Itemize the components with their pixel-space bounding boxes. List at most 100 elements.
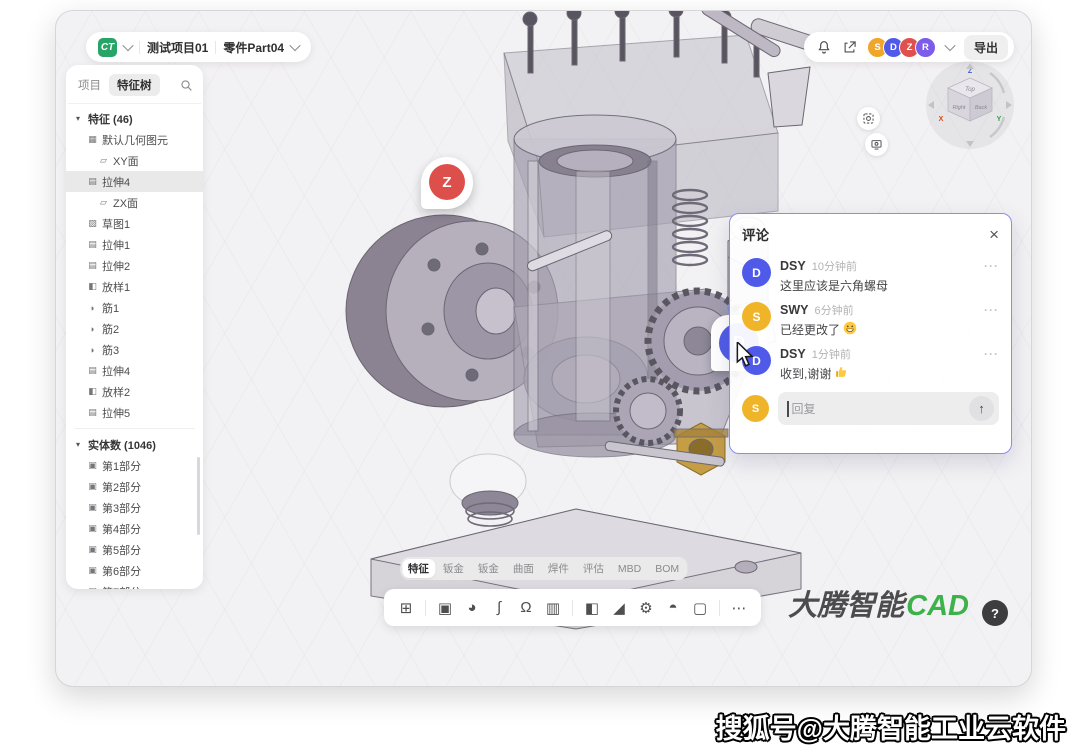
thumbs-up-emoji [834,365,848,382]
tab-surface[interactable]: 曲面 [507,559,540,578]
tree-item-loft-2[interactable]: ◧放样2 [66,381,203,402]
rib-icon[interactable]: ▥ [541,596,565,620]
chevron-down-icon[interactable] [289,40,300,51]
reply-row: S 回复 ↑ [742,392,999,425]
comment-menu-button[interactable]: ··· [984,259,999,273]
tree-item-sketch-1[interactable]: ▨草图1 [66,213,203,234]
chevron-down-icon[interactable] [944,40,955,51]
close-icon[interactable]: × [989,226,999,243]
comment-item: DDSY10分钟前···这里应该是六角螺母 [742,258,999,294]
cube-face-top[interactable]: Top [965,87,975,93]
avatar-s: S [742,395,769,422]
tree-item-label: 筋1 [102,300,119,316]
tree-item-extrude-5[interactable]: ▤拉伸5 [66,402,203,423]
reply-placeholder: 回复 [792,400,816,417]
tree-item-part-2[interactable]: ▣第2部分 [66,476,203,497]
text-cursor [787,401,789,417]
revolve-icon[interactable]: ◕ [460,596,484,620]
tree-item-label: 特征 (46) [88,111,133,127]
app-logo[interactable]: CT [98,38,117,57]
comment-item: DDSY1分钟前···收到,谢谢 [742,346,999,382]
search-icon[interactable] [180,79,193,92]
chamfer-icon[interactable]: ◢ [607,596,631,620]
tree-item-part-7[interactable]: ▣第7部分 [66,581,203,589]
geometry-icon: ▦ [87,134,98,145]
tab-sheet-metal-1[interactable]: 钣金 [437,559,470,578]
tree-item-part-6[interactable]: ▣第6部分 [66,560,203,581]
panel-title: 评论 [742,224,769,244]
tree-item-rib-2[interactable]: ◗筋2 [66,318,203,339]
tree-item-label: 第2部分 [102,479,141,495]
tree-item-label: 拉伸2 [102,258,130,274]
tree-item-rib-1[interactable]: ◗筋1 [66,297,203,318]
tree-item-label: 拉伸5 [102,405,130,421]
tab-bom[interactable]: BOM [649,561,685,577]
loft-icon: ◧ [87,281,98,292]
tree-item-label: 实体数 (1046) [88,437,156,453]
caret-down-icon[interactable]: ▾ [76,114,84,123]
fit-view-button[interactable] [857,107,880,130]
bell-icon[interactable] [816,39,832,55]
shell-icon[interactable]: ▢ [688,596,712,620]
tree-item-extrude-2[interactable]: ▤ 拉伸2 [66,255,203,276]
reply-input[interactable]: 回复 ↑ [778,392,999,425]
tab-weldment[interactable]: 焊件 [542,559,575,578]
tree-item-extrude-4b[interactable]: ▤拉伸4 [66,360,203,381]
loft-icon[interactable]: Ω [514,596,538,620]
sweep-icon[interactable]: ∫ [487,596,511,620]
cube-face-back[interactable]: Back [975,105,987,111]
extrude-icon[interactable]: ▣ [433,596,457,620]
tree-item-rib-3[interactable]: ◗筋3 [66,339,203,360]
tab-evaluate[interactable]: 评估 [577,559,610,578]
tree-divider [74,428,195,429]
comment-menu-button[interactable]: ··· [984,347,999,361]
comment-menu-button[interactable]: ··· [984,303,999,317]
tab-mbd[interactable]: MBD [612,561,647,577]
tree-item-solids-group[interactable]: ▾ 实体数 (1046) [66,434,203,455]
fillet-icon[interactable]: ◧ [580,596,604,620]
pattern-icon[interactable]: ⚙ [634,596,658,620]
rib-icon: ◗ [87,345,98,355]
export-button[interactable]: 导出 [964,35,1008,60]
more-tools-icon[interactable]: ⋯ [727,596,751,620]
comment-body: SWY6分钟前···已经更改了 [780,302,999,338]
tab-sheet-metal-2[interactable]: 钣金 [472,559,505,578]
chevron-down-icon[interactable] [122,40,133,51]
project-name[interactable]: 测试项目01 [147,39,208,56]
help-button[interactable]: ? [982,600,1008,626]
cube-face-right[interactable]: Right [953,105,966,111]
axis-z-label: Z [968,68,973,75]
projection-button[interactable] [865,133,888,156]
comment-pin-z[interactable]: Z [421,157,473,209]
extrude-icon: ▤ [87,260,98,271]
mouse-cursor [734,342,756,368]
tree-item-part-4[interactable]: ▣第4部分 [66,518,203,539]
tree-item-part-5[interactable]: ▣第5部分 [66,539,203,560]
tree-item-feature-group[interactable]: ▾ 特征 (46) [66,108,203,129]
tab-feature-tree[interactable]: 特征树 [109,74,160,96]
send-button[interactable]: ↑ [969,396,994,421]
tree-item-plane-xy[interactable]: ▱XY面 [66,150,203,171]
dome-icon[interactable]: ◓ [661,596,685,620]
caret-down-icon[interactable]: ▾ [76,440,84,449]
tree-item-label: XY面 [113,153,139,169]
share-icon[interactable] [842,40,857,55]
part-name[interactable]: 零件Part04 [223,39,284,56]
tree-item-part-3[interactable]: ▣第3部分 [66,497,203,518]
tree-item-default-geometry[interactable]: ▦默认几何图元 [66,129,203,150]
tab-project[interactable]: 项目 [78,77,101,93]
tree-item-extrude-1[interactable]: ▤拉伸1 [66,234,203,255]
view-cube[interactable]: Top Right Back Z X Y [926,61,1014,149]
avatar-s: S [742,302,771,331]
tree-item-part-1[interactable]: ▣第1部分 [66,455,203,476]
tree-item-extrude-4[interactable]: ▤拉伸4 [66,171,203,192]
comment-meta: DSY1分钟前··· [780,346,999,362]
comment-author: SWY [780,303,808,317]
tree-scrollbar[interactable] [197,457,200,535]
tab-features[interactable]: 特征 [402,559,435,578]
tree-item-loft-1[interactable]: ◧放样1 [66,276,203,297]
avatar-r[interactable]: R [915,37,936,58]
tree-item-plane-zx[interactable]: ▱ZX面 [66,192,203,213]
axis-x-label: X [939,116,944,123]
new-sketch-icon[interactable]: ⊞ [394,596,418,620]
